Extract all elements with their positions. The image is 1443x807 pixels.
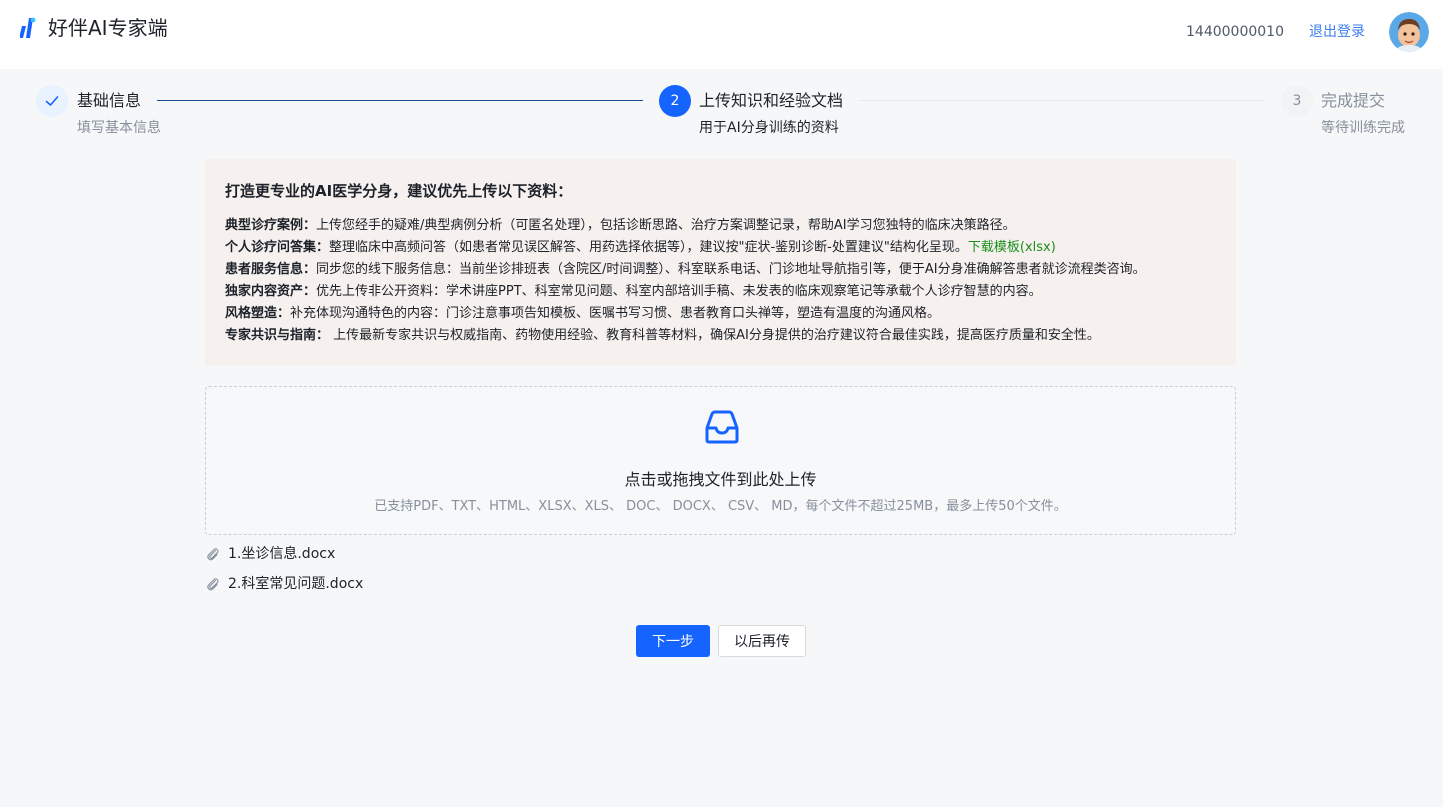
file-upload-dropzone[interactable]: 点击或拖拽文件到此处上传 已支持PDF、TXT、HTML、XLSX、XLS、 D… xyxy=(205,386,1236,535)
info-row-text: 优先上传非公开资料：学术讲座PPT、科室常见问题、科室内部培训手稿、未发表的临床… xyxy=(316,284,1042,299)
avatar-memoji-icon xyxy=(1389,12,1429,52)
info-row-label: 专家共识与指南： xyxy=(225,328,330,343)
step3-desc: 等待训练完成 xyxy=(1321,120,1405,136)
top-header: 好伴AI专家端 14400000010 退出登录 xyxy=(0,0,1443,69)
info-row-text: 上传您经手的疑难/典型病例分析（可匿名处理），包括诊断思路、治疗方案调整记录，帮… xyxy=(316,218,1016,233)
step1-desc: 填写基本信息 xyxy=(77,120,161,136)
info-row-text: 同步您的线下服务信息：当前坐诊排班表（含院区/时间调整）、科室联系电话、门诊地址… xyxy=(316,262,1146,277)
info-row-label: 个人诊疗问答集： xyxy=(225,240,330,255)
info-row-text: 上传最新专家共识与权威指南、药物使用经验、教育科普等材料，确保AI分身提供的治疗… xyxy=(329,328,1100,343)
upload-title: 点击或拖拽文件到此处上传 xyxy=(624,470,817,489)
info-row-label: 风格塑造： xyxy=(225,306,291,321)
info-row: 风格塑造：补充体现沟通特色的内容：门诊注意事项告知模板、医嘱书写习惯、患者教育口… xyxy=(225,303,1216,325)
logout-link[interactable]: 退出登录 xyxy=(1309,22,1365,42)
upload-hint: 已支持PDF、TXT、HTML、XLSX、XLS、 DOC、 DOCX、 CSV… xyxy=(374,499,1067,514)
file-list-item[interactable]: 1.坐诊信息.docx xyxy=(205,543,335,565)
inbox-icon xyxy=(705,410,739,444)
info-row: 个人诊疗问答集：整理临床中高频问答（如患者常见误区解答、用药选择依据等），建议按… xyxy=(225,237,1216,259)
info-heading: 打造更专业的AI医学分身，建议优先上传以下资料： xyxy=(225,182,573,200)
info-row: 典型诊疗案例：上传您经手的疑难/典型病例分析（可匿名处理），包括诊断思路、治疗方… xyxy=(225,215,1216,237)
info-row: 患者服务信息：同步您的线下服务信息：当前坐诊排班表（含院区/时间调整）、科室联系… xyxy=(225,259,1216,281)
info-row-label: 典型诊疗案例： xyxy=(225,218,317,233)
paperclip-icon xyxy=(207,548,219,561)
next-step-button[interactable]: 下一步 xyxy=(636,625,710,657)
file-name: 2.科室常见问题.docx xyxy=(228,576,364,592)
step-connector-1 xyxy=(157,100,643,101)
file-name: 1.坐诊信息.docx xyxy=(228,546,336,562)
paperclip-icon xyxy=(207,578,219,591)
check-icon xyxy=(45,96,59,106)
step1-circle xyxy=(36,85,68,117)
step2-circle: 2 xyxy=(659,85,691,117)
download-template-link[interactable]: 下载模板(xlsx) xyxy=(968,240,1056,255)
info-panel: 打造更专业的AI医学分身，建议优先上传以下资料： 典型诊疗案例：上传您经手的疑难… xyxy=(205,159,1236,366)
step2-title: 上传知识和经验文档 xyxy=(699,91,844,110)
info-row: 专家共识与指南： 上传最新专家共识与权威指南、药物使用经验、教育科普等材料，确保… xyxy=(225,325,1216,347)
step3-title: 完成提交 xyxy=(1321,91,1386,110)
app-title: 好伴AI专家端 xyxy=(48,16,168,40)
info-row-label: 患者服务信息： xyxy=(225,262,317,277)
step2-desc: 用于AI分身训练的资料 xyxy=(699,120,839,136)
info-row-label: 独家内容资产： xyxy=(225,284,317,299)
info-row-text: 整理临床中高频问答（如患者常见误区解答、用药选择依据等），建议按"症状-鉴别诊断… xyxy=(329,240,968,255)
step1-title: 基础信息 xyxy=(77,91,142,110)
info-row-text: 补充体现沟通特色的内容：门诊注意事项告知模板、医嘱书写习惯、患者教育口头禅等，塑… xyxy=(290,306,941,321)
step3-circle: 3 xyxy=(1281,85,1313,117)
step-connector-2 xyxy=(859,100,1265,101)
user-phone: 14400000010 xyxy=(1186,24,1284,40)
upload-later-button[interactable]: 以后再传 xyxy=(718,625,806,657)
logo-icon xyxy=(20,17,36,38)
avatar[interactable] xyxy=(1389,12,1429,52)
file-list-item[interactable]: 2.科室常见问题.docx xyxy=(205,573,363,595)
info-row: 独家内容资产：优先上传非公开资料：学术讲座PPT、科室常见问题、科室内部培训手稿… xyxy=(225,281,1216,303)
